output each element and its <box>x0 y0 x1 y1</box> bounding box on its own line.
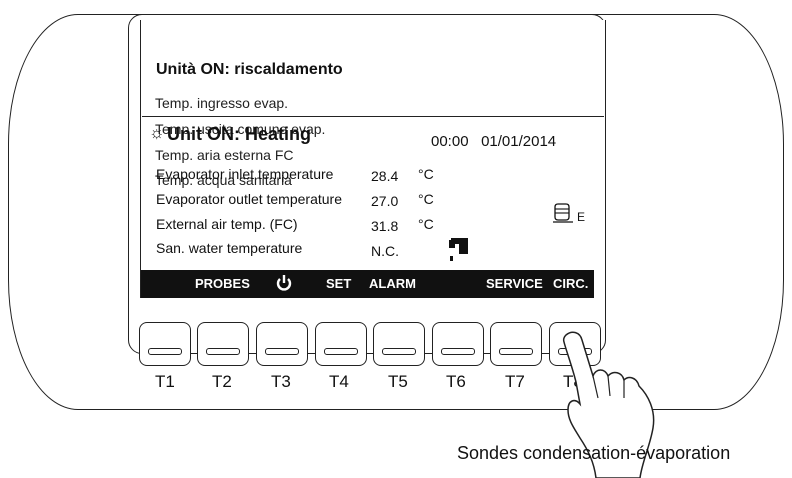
key-t1[interactable] <box>139 322 191 366</box>
key-slot <box>324 348 358 355</box>
row-label-evap-outlet: Evaporator outlet temperature <box>156 191 342 207</box>
key-slot <box>441 348 475 355</box>
key-t3[interactable] <box>256 322 308 366</box>
fn-alarm[interactable]: ALARM <box>369 276 416 291</box>
tap-icon <box>449 238 468 261</box>
function-bar: PROBES SET ALARM SERVICE CIRC. <box>141 270 594 298</box>
screen-title: Unit ON: Heating <box>167 124 311 144</box>
key-slot <box>206 348 240 355</box>
key-t4[interactable] <box>315 322 367 366</box>
ghost-line-3: Temp. aria esterna FC <box>155 147 294 163</box>
row-value-san-water: N.C. <box>371 243 399 259</box>
key-label-t3: T3 <box>271 372 291 391</box>
time: 00:00 <box>431 133 469 150</box>
key-label-t6: T6 <box>446 372 466 391</box>
callout-caption: Sondes condensation-évaporation <box>457 443 731 463</box>
key-slot <box>382 348 416 355</box>
key-label-t5: T5 <box>388 372 408 391</box>
pump-letter: E <box>577 210 585 224</box>
key-t5[interactable] <box>373 322 425 366</box>
row-label-external-air: External air temp. (FC) <box>156 216 298 232</box>
key-t6[interactable] <box>432 322 484 366</box>
row-value-evap-inlet: 28.4 <box>371 168 399 184</box>
fn-probes[interactable]: PROBES <box>195 276 250 291</box>
key-label-t1: T1 <box>155 372 175 391</box>
row-value-evap-outlet: 27.0 <box>371 193 399 209</box>
pump-icon: E <box>553 203 585 224</box>
key-label-t4: T4 <box>329 372 349 391</box>
date: 01/01/2014 <box>481 133 557 150</box>
sun-icon: ☼ <box>149 123 165 142</box>
key-label-t2: T2 <box>212 372 232 391</box>
key-t2[interactable] <box>197 322 249 366</box>
row-unit-evap-inlet: °C <box>418 166 434 182</box>
key-t8[interactable] <box>549 322 601 366</box>
row-label-evap-inlet: Evaporator inlet temperature <box>156 166 334 182</box>
row-label-san-water: San. water temperature <box>156 240 303 256</box>
fn-circ[interactable]: CIRC. <box>553 276 588 291</box>
key-slot <box>265 348 299 355</box>
key-slot <box>148 348 182 355</box>
power-icon[interactable] <box>275 274 293 292</box>
divider <box>142 116 604 117</box>
fn-set[interactable]: SET <box>326 276 351 291</box>
key-label-t8: T8 <box>563 372 583 391</box>
fn-service[interactable]: SERVICE <box>486 276 543 291</box>
key-t7[interactable] <box>490 322 542 366</box>
key-label-t7: T7 <box>505 372 525 391</box>
row-unit-external-air: °C <box>418 216 434 232</box>
key-slot <box>499 348 533 355</box>
ghost-title: Unità ON: riscaldamento <box>156 61 343 78</box>
ghost-line-1: Temp. ingresso evap. <box>155 95 289 111</box>
row-value-external-air: 31.8 <box>371 218 399 234</box>
key-slot <box>558 348 592 355</box>
row-unit-evap-outlet: °C <box>418 191 434 207</box>
clock: 00:00 01/01/2014 <box>431 133 556 150</box>
